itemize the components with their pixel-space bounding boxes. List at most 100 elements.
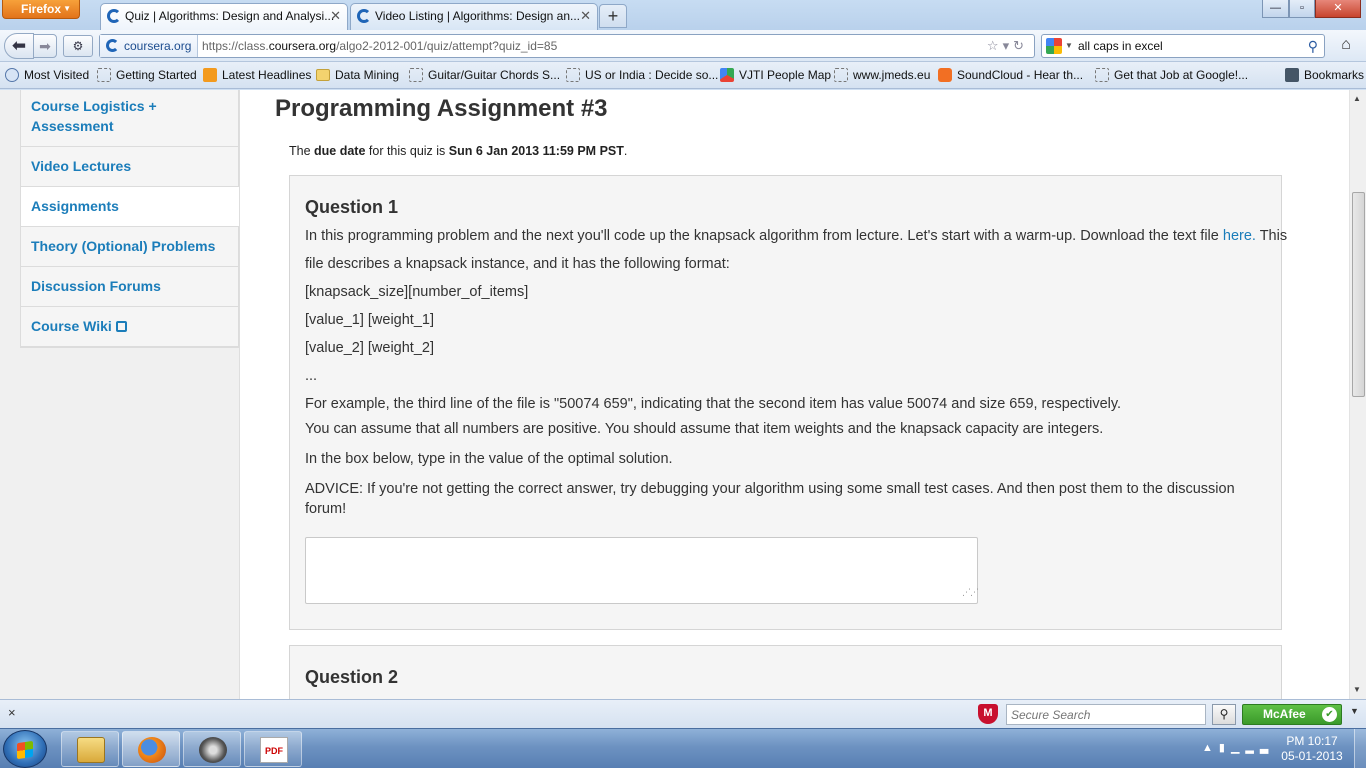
- coursera-favicon-icon: [107, 9, 121, 23]
- sidebar-item-assignments[interactable]: Assignments: [21, 187, 239, 227]
- bookmark-label: Get that Job at Google!...: [1114, 68, 1249, 82]
- clock-date: 05-01-2013: [1281, 749, 1343, 763]
- search-bar[interactable]: ▼ all caps in excel ⚲: [1041, 34, 1325, 58]
- bookmark-label: Guitar/Guitar Chords S...: [428, 68, 561, 82]
- vertical-scrollbar[interactable]: ▲ ▼: [1349, 90, 1366, 699]
- bookmark-star-icon[interactable]: ☆: [987, 38, 1003, 53]
- back-button[interactable]: ⬅: [4, 33, 34, 59]
- sidebar-item-course-logistics[interactable]: Course Logistics + Assessment: [21, 90, 238, 147]
- close-window-button[interactable]: ✕: [1315, 0, 1361, 18]
- system-clock[interactable]: PM 10:17 05-01-2013: [1278, 734, 1346, 764]
- sidebar-item-video-lectures[interactable]: Video Lectures: [21, 147, 238, 187]
- search-icon[interactable]: ⚲: [1212, 704, 1236, 725]
- bookmark-jmeds[interactable]: www.jmeds.eu: [834, 62, 930, 88]
- bookmark-us-or-india[interactable]: US or India : Decide so...: [566, 62, 718, 88]
- taskbar-unity[interactable]: [183, 731, 241, 767]
- bookmark-soundcloud[interactable]: SoundCloud - Hear th...: [938, 62, 1083, 88]
- show-hidden-icons-icon[interactable]: ▲: [1202, 742, 1219, 754]
- bookmark-google-job[interactable]: Get that Job at Google!...: [1095, 62, 1248, 88]
- bookmark-label: Data Mining: [335, 68, 400, 82]
- power-icon[interactable]: ▮: [1219, 742, 1231, 754]
- home-button[interactable]: ⌂: [1333, 35, 1359, 57]
- download-link[interactable]: here.: [1223, 228, 1256, 244]
- taskbar-explorer[interactable]: [61, 731, 119, 767]
- windows-taskbar: PDF ▲▮▁▂▃ PM 10:17 05-01-2013: [0, 728, 1366, 768]
- bookmarks-menu-button[interactable]: Bookmarks: [1285, 62, 1364, 88]
- navigation-toolbar: ⬅ ➡ ⚙ coursera.org https://class.courser…: [0, 30, 1366, 62]
- url-host: coursera.org: [268, 39, 337, 53]
- mcafee-shield-icon[interactable]: M: [978, 704, 998, 724]
- addon-bar: × M ⚲ McAfee ✔ ▼: [0, 699, 1366, 728]
- sidebar-item-label: Video Lectures: [31, 158, 132, 174]
- close-addon-bar-icon[interactable]: ×: [8, 705, 16, 720]
- url-bar-icons: ☆▾↻: [987, 35, 1028, 57]
- chevron-down-icon[interactable]: ▼: [1350, 706, 1359, 716]
- url-bar[interactable]: coursera.org https://class.coursera.org/…: [99, 34, 1035, 58]
- history-dropdown-icon[interactable]: ▾: [1003, 38, 1014, 53]
- bookmark-label: US or India : Decide so...: [585, 68, 719, 82]
- tab-quiz[interactable]: Quiz | Algorithms: Design and Analysi...…: [100, 3, 348, 30]
- close-tab-icon[interactable]: ✕: [330, 4, 341, 28]
- tab-video-listing[interactable]: Video Listing | Algorithms: Design an...…: [350, 3, 598, 30]
- scrollbar-thumb[interactable]: [1352, 192, 1365, 397]
- bookmark-latest-headlines[interactable]: Latest Headlines: [203, 62, 311, 88]
- scroll-up-arrow-icon[interactable]: ▲: [1353, 94, 1361, 103]
- firefox-icon: [138, 737, 166, 763]
- chevron-down-icon[interactable]: ▼: [1065, 35, 1073, 57]
- question-text-line: file describes a knapsack instance, and …: [305, 256, 730, 272]
- new-tab-button[interactable]: +: [599, 4, 627, 28]
- system-tray[interactable]: ▲▮▁▂▃: [1202, 741, 1274, 754]
- bookmark-guitar-chords[interactable]: Guitar/Guitar Chords S...: [409, 62, 560, 88]
- sidebar-item-theory-problems[interactable]: Theory (Optional) Problems: [21, 227, 238, 267]
- bookmark-data-mining[interactable]: Data Mining: [316, 62, 399, 88]
- url-text[interactable]: https://class.coursera.org/algo2-2012-00…: [202, 35, 557, 57]
- search-input[interactable]: all caps in excel: [1078, 35, 1163, 57]
- question-text-line: ADVICE: If you're not getting the correc…: [305, 481, 1235, 497]
- bookmarks-toolbar: Most Visited Getting Started Latest Head…: [0, 62, 1366, 89]
- chevron-down-icon: ▼: [63, 4, 71, 13]
- sidebar-item-course-wiki[interactable]: Course Wiki: [21, 307, 238, 347]
- firefox-menu-label: Firefox: [21, 2, 62, 16]
- bookmark-getting-started[interactable]: Getting Started: [97, 62, 197, 88]
- search-icon[interactable]: ⚲: [1308, 35, 1318, 57]
- site-identity-button[interactable]: coursera.org: [100, 35, 199, 57]
- reload-icon[interactable]: ↻: [1013, 38, 1028, 53]
- sidebar-item-label: Discussion Forums: [31, 278, 161, 294]
- close-tab-icon[interactable]: ✕: [580, 4, 591, 28]
- forward-button[interactable]: ➡: [33, 34, 57, 58]
- page-viewport: Course Logistics + Assessment Video Lect…: [0, 90, 1349, 699]
- pdf-icon: PDF: [260, 737, 288, 763]
- taskbar-adobe-reader[interactable]: PDF: [244, 731, 302, 767]
- secure-search-input[interactable]: [1006, 704, 1206, 725]
- bookmarks-menu-label: Bookmarks: [1304, 68, 1365, 82]
- network-signal-icon[interactable]: ▁▂▃: [1231, 742, 1274, 754]
- scroll-down-arrow-icon[interactable]: ▼: [1353, 685, 1361, 694]
- sidebar-item-label: Course Wiki: [31, 318, 112, 334]
- firefox-menu-button[interactable]: Firefox ▼: [2, 0, 80, 19]
- sidebar-item-discussion-forums[interactable]: Discussion Forums: [21, 267, 238, 307]
- page-icon: [834, 68, 848, 82]
- resize-grip-icon[interactable]: ⋰⋰: [962, 587, 979, 598]
- windows-logo-icon: [17, 740, 33, 760]
- question-text: In this programming problem and the next…: [305, 228, 1223, 244]
- addon-toolbar-button[interactable]: ⚙: [63, 35, 93, 57]
- google-engine-icon[interactable]: [1046, 38, 1062, 54]
- bookmark-vjti-people-map[interactable]: VJTI People Map: [720, 62, 831, 88]
- sidebar-item-label: Course Logistics +: [31, 98, 157, 114]
- show-desktop-button[interactable]: [1354, 729, 1366, 768]
- soundcloud-icon: [938, 68, 952, 82]
- minimize-button[interactable]: —: [1262, 0, 1289, 18]
- page-icon: [566, 68, 580, 82]
- rss-icon: [203, 68, 217, 82]
- maximize-button[interactable]: ▫: [1289, 0, 1315, 18]
- bookmark-most-visited[interactable]: Most Visited: [5, 62, 89, 88]
- answer-textarea[interactable]: [305, 537, 978, 604]
- taskbar-firefox[interactable]: [122, 731, 180, 767]
- mcafee-status-badge[interactable]: McAfee ✔: [1242, 704, 1342, 725]
- page-icon: [1095, 68, 1109, 82]
- tab-label: Quiz | Algorithms: Design and Analysi...: [125, 9, 335, 23]
- start-button[interactable]: [3, 730, 47, 768]
- bookmarks-icon: [1285, 68, 1299, 82]
- bookmark-label: www.jmeds.eu: [853, 68, 931, 82]
- page-title: Programming Assignment #3: [275, 95, 608, 122]
